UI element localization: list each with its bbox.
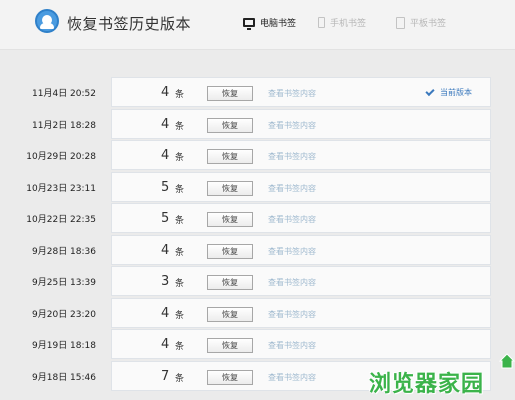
version-card: 4 条 恢复 查看书签内容	[111, 234, 491, 265]
count-unit: 条	[175, 342, 185, 352]
bookmark-count: 5	[161, 179, 170, 195]
phone-icon	[318, 17, 325, 28]
version-row: 10月29日 20:28 4 条 恢复 查看书签内容	[0, 140, 515, 170]
version-row: 10月23日 23:11 5 条 恢复 查看书签内容	[0, 171, 515, 202]
restore-button[interactable]: 恢复	[207, 306, 253, 322]
count-unit: 条	[175, 90, 185, 100]
bookmark-count: 7	[161, 368, 170, 384]
version-date: 11月4日 20:52	[32, 89, 96, 99]
version-row: 9月25日 13:39 3 条 恢复 查看书签内容	[0, 266, 515, 296]
version-row: 9月19日 18:18 4 条 恢复 查看书签内容	[0, 329, 515, 359]
version-card: 5 条 恢复 查看书签内容	[111, 203, 491, 233]
bookmark-count: 5	[161, 211, 170, 226]
bookmark-count: 4	[161, 242, 170, 258]
version-date: 10月22日 22:35	[26, 215, 96, 225]
watermark-text: 浏览器家园	[369, 371, 485, 397]
version-row: 10月22日 22:35 5 条 恢复 查看书签内容	[0, 203, 515, 233]
bookmark-count: 4	[161, 148, 170, 163]
current-version-badge: 当前版本	[425, 86, 472, 98]
version-card: 4 条 恢复 查看书签内容	[111, 140, 491, 170]
count-unit: 条	[175, 153, 185, 163]
version-card: 4 条 恢复 查看书签内容	[111, 329, 491, 359]
version-date: 9月28日 18:36	[32, 246, 96, 257]
check-icon	[425, 86, 435, 97]
watermark: 浏览器家园	[369, 353, 515, 400]
count-unit: 条	[175, 121, 185, 132]
view-bookmarks-link[interactable]: 查看书签内容	[268, 183, 316, 194]
version-date: 9月25日 13:39	[32, 278, 96, 288]
view-bookmarks-link[interactable]: 查看书签内容	[268, 340, 316, 351]
version-date: 9月20日 23:20	[32, 309, 96, 320]
view-bookmarks-link[interactable]: 查看书签内容	[268, 88, 316, 99]
view-bookmarks-link[interactable]: 查看书签内容	[268, 214, 316, 225]
count-unit: 条	[175, 310, 185, 321]
count-unit: 条	[175, 279, 185, 289]
restore-button[interactable]: 恢复	[207, 338, 253, 353]
tablet-icon	[396, 16, 405, 29]
tab-desktop-bookmarks[interactable]: 电脑书签	[243, 16, 297, 30]
current-version-label: 当前版本	[440, 88, 472, 97]
count-unit: 条	[175, 184, 185, 195]
view-bookmarks-link[interactable]: 查看书签内容	[268, 372, 316, 383]
view-bookmarks-link[interactable]: 查看书签内容	[268, 120, 316, 131]
view-bookmarks-link[interactable]: 查看书签内容	[268, 151, 316, 162]
version-date: 9月19日 18:18	[32, 341, 96, 351]
bookmark-count: 3	[161, 274, 170, 289]
version-row: 9月20日 23:20 4 条 恢复 查看书签内容	[0, 297, 515, 328]
restore-button[interactable]: 恢复	[207, 86, 253, 101]
view-bookmarks-link[interactable]: 查看书签内容	[268, 309, 316, 320]
count-unit: 条	[175, 247, 185, 258]
version-card: 3 条 恢复 查看书签内容	[111, 266, 491, 296]
bookmark-count: 4	[161, 85, 170, 100]
version-card: 4 条 恢复 查看书签内容	[111, 108, 491, 139]
tab-phone-bookmarks[interactable]: 手机书签	[318, 16, 366, 29]
version-card: 4 条 恢复 查看书签内容 当前版本	[111, 77, 491, 107]
version-date: 11月2日 18:28	[32, 120, 96, 131]
bookmark-count: 4	[161, 337, 170, 352]
version-card: 4 条 恢复 查看书签内容	[111, 297, 491, 328]
restore-button[interactable]: 恢复	[207, 243, 253, 259]
restore-button[interactable]: 恢复	[207, 275, 253, 290]
version-row: 11月2日 18:28 4 条 恢复 查看书签内容	[0, 108, 515, 139]
count-unit: 条	[175, 373, 185, 384]
version-date: 10月23日 23:11	[26, 183, 96, 194]
count-unit: 条	[175, 216, 185, 226]
user-avatar-icon	[35, 9, 59, 33]
restore-button[interactable]: 恢复	[207, 180, 253, 196]
tab-tablet-bookmarks[interactable]: 平板书签	[396, 16, 446, 29]
version-date: 10月29日 20:28	[26, 152, 96, 162]
version-row: 9月28日 18:36 4 条 恢复 查看书签内容	[0, 234, 515, 265]
view-bookmarks-link[interactable]: 查看书签内容	[268, 246, 316, 257]
restore-button[interactable]: 恢复	[207, 117, 253, 133]
header: 恢复书签历史版本 电脑书签 手机书签 平板书签	[0, 0, 515, 50]
house-icon	[499, 353, 515, 369]
restore-button[interactable]: 恢复	[207, 212, 253, 227]
version-card: 5 条 恢复 查看书签内容	[111, 171, 491, 202]
version-row: 11月4日 20:52 4 条 恢复 查看书签内容 当前版本	[0, 77, 515, 107]
tab-label: 电脑书签	[260, 19, 297, 29]
restore-button[interactable]: 恢复	[207, 369, 253, 385]
tab-label: 手机书签	[330, 19, 367, 29]
monitor-icon	[243, 18, 255, 30]
view-bookmarks-link[interactable]: 查看书签内容	[268, 277, 316, 288]
bookmark-count: 4	[161, 116, 170, 132]
tab-label: 平板书签	[410, 19, 447, 29]
version-date: 9月18日 15:46	[32, 372, 96, 383]
restore-button[interactable]: 恢复	[207, 149, 253, 164]
bookmark-count: 4	[161, 305, 170, 321]
page-title: 恢复书签历史版本	[67, 15, 192, 33]
